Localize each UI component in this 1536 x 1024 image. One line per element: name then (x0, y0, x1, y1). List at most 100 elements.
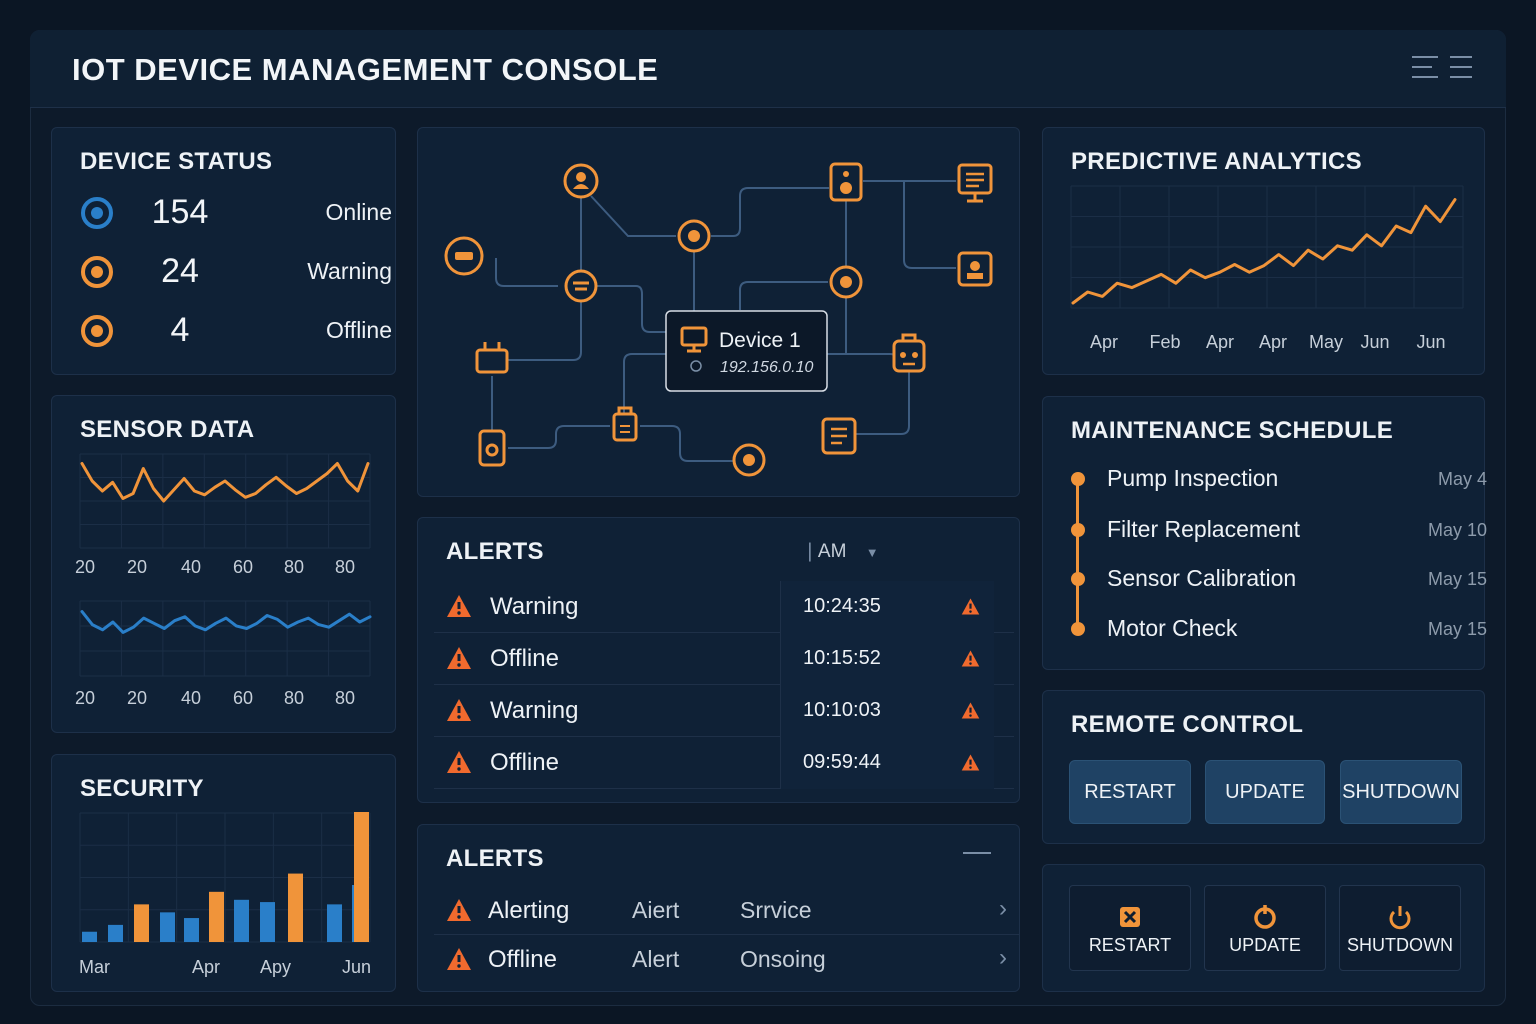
warning-icon (447, 751, 471, 773)
plug-node-icon[interactable] (475, 342, 509, 374)
lock-node-icon[interactable] (478, 429, 506, 467)
security-bar (209, 891, 224, 942)
timeline-dot (1071, 472, 1085, 486)
shutdown-button[interactable]: SHUTDOWN (1340, 760, 1462, 824)
location-node-icon[interactable] (732, 443, 766, 477)
maintenance-item[interactable]: Pump Inspection May 4 (1067, 460, 1487, 500)
update-button[interactable]: UPDATE (1205, 760, 1325, 824)
router-node-icon[interactable] (444, 236, 484, 276)
list-view-icon[interactable] (1412, 56, 1440, 82)
alert-time-cell: 09:59:44 (780, 737, 994, 789)
quick-actions-panel: RESTART UPDATE SHUTDOWN (1042, 864, 1485, 992)
online-label: Online (325, 199, 392, 225)
alerts-filter-value: AM (817, 541, 847, 562)
chevron-right-icon[interactable]: › (999, 895, 1007, 923)
security-bar (354, 812, 369, 942)
alert-label: Warning (490, 697, 579, 724)
security-panel: SECURITY Mar Apr Apy Jun (51, 754, 396, 992)
warning-icon (447, 899, 471, 921)
sensor-data-panel: SENSOR DATA 20 20 40 60 80 80 20 20 40 6… (51, 395, 396, 733)
restart-button[interactable]: RESTART (1069, 760, 1191, 824)
predictive-xlabel: Apr (1090, 332, 1118, 352)
online-count: 154 (151, 193, 209, 231)
warning-label: Warning (307, 258, 392, 284)
user-node-icon[interactable] (563, 163, 599, 199)
meter-node-icon[interactable] (612, 406, 638, 442)
alert-row[interactable]: Offline 10:15:52 (434, 633, 1014, 685)
maintenance-item-label: Pump Inspection (1107, 465, 1279, 491)
alert-type: Offline (488, 946, 557, 973)
status-row-online[interactable]: 154 Online (80, 193, 392, 234)
tick-label: 80 (284, 557, 304, 577)
quick-shutdown-label: SHUTDOWN (1347, 935, 1453, 955)
alert-time-cell: 10:24:35 (780, 581, 994, 633)
speaker-node-icon[interactable] (829, 162, 863, 202)
chevron-down-icon: ▼ (865, 545, 879, 560)
alert-row[interactable]: Warning 10:10:03 (434, 685, 1014, 737)
maintenance-panel: MAINTENANCE SCHEDULE Pump Inspection May… (1042, 396, 1487, 670)
quick-shutdown-button[interactable]: SHUTDOWN (1339, 885, 1461, 971)
alert-status: Onsoing (740, 946, 826, 972)
sensor-ticks-top: 20 20 40 60 80 80 (75, 557, 355, 577)
alert-type: Alerting (488, 897, 570, 924)
sensor-grid (79, 453, 371, 677)
status-row-warning[interactable]: 24 Warning (80, 252, 392, 293)
alerts-title: ALERTS (446, 538, 544, 565)
maintenance-item-date: May 10 (1427, 520, 1487, 540)
warning-icon (447, 647, 471, 669)
quick-update-button[interactable]: UPDATE (1204, 885, 1326, 971)
alert-time: 10:10:03 (803, 699, 881, 721)
warning-icon (447, 699, 471, 721)
predictive-xlabels: Apr Feb Apr Apr May Jun Jun (1090, 332, 1446, 352)
alert-status: Srrvice (740, 897, 812, 923)
offline-label: Offline (325, 317, 392, 343)
gateway-node-icon[interactable] (677, 219, 711, 253)
chevron-right-icon[interactable]: › (999, 944, 1007, 972)
security-bar (82, 931, 97, 942)
maintenance-item-date: May 15 (1427, 619, 1487, 639)
tick-label: 20 (127, 557, 147, 577)
security-bar (288, 873, 303, 942)
warning-icon (961, 754, 980, 771)
menu-icon[interactable] (1450, 56, 1478, 82)
alerts-time-filter[interactable]: ❘AM ▼ (802, 540, 879, 563)
device-tooltip[interactable]: Device 1 192.156.0.10 (665, 310, 828, 392)
maintenance-title: MAINTENANCE SCHEDULE (1071, 417, 1394, 444)
remote-control-title: REMOTE CONTROL (1071, 711, 1304, 738)
collapse-icon[interactable] (963, 852, 991, 854)
alert-row[interactable]: Offline 09:59:44 (434, 737, 1014, 789)
sensor-node-icon[interactable] (829, 265, 863, 299)
maintenance-item[interactable]: Filter Replacement May 10 (1067, 511, 1487, 551)
panel-node-icon[interactable] (821, 417, 857, 455)
tick-label: 60 (233, 557, 253, 577)
tick-label: 80 (284, 688, 304, 708)
maintenance-item-label: Filter Replacement (1107, 516, 1301, 542)
timeline-dot (1071, 572, 1085, 586)
tick-label: 40 (181, 688, 201, 708)
monitor-node-icon[interactable] (957, 163, 993, 203)
maintenance-item[interactable]: Sensor Calibration May 15 (1067, 560, 1487, 600)
hub-node-icon[interactable] (564, 269, 598, 303)
timeline-line (1076, 479, 1079, 631)
security-bar (108, 924, 123, 942)
alert-row[interactable]: Offline Alert Onsoing › (434, 936, 1019, 984)
maintenance-item[interactable]: Motor Check May 15 (1067, 610, 1487, 650)
tick-label: 20 (75, 688, 95, 708)
security-bar (160, 912, 175, 942)
alert-time-cell: 10:10:03 (780, 685, 994, 737)
predictive-series-line (1071, 198, 1457, 305)
camera-node-icon[interactable] (957, 251, 993, 287)
tooltip-device-ip: 192.156.0.10 (720, 359, 814, 376)
status-row-offline[interactable]: 4 Offline (80, 311, 392, 352)
warning-status-icon (81, 256, 113, 288)
offline-status-icon (81, 315, 113, 347)
quick-restart-button[interactable]: RESTART (1069, 885, 1191, 971)
timeline-dot (1071, 622, 1085, 636)
network-map-panel: Device 1 192.156.0.10 (417, 127, 1020, 497)
alert-category: Aiert (632, 897, 680, 923)
alert-row[interactable]: Warning 10:24:35 (434, 581, 1014, 633)
alert-row[interactable]: Alerting Aiert Srrvice › (434, 887, 1019, 935)
robot-node-icon[interactable] (892, 333, 926, 373)
predictive-xlabel: Feb (1149, 332, 1180, 352)
maintenance-item-label: Motor Check (1107, 615, 1238, 641)
